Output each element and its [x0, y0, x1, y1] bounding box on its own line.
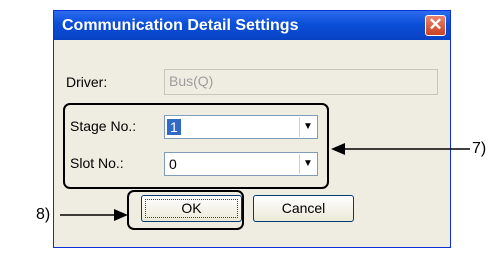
callout-label-8: 8) [36, 206, 51, 223]
arrow-head-icon [114, 209, 128, 221]
arrow-head-icon [331, 143, 345, 155]
callout-arrows [60, 143, 470, 221]
callout-label-7: 7) [472, 140, 487, 157]
